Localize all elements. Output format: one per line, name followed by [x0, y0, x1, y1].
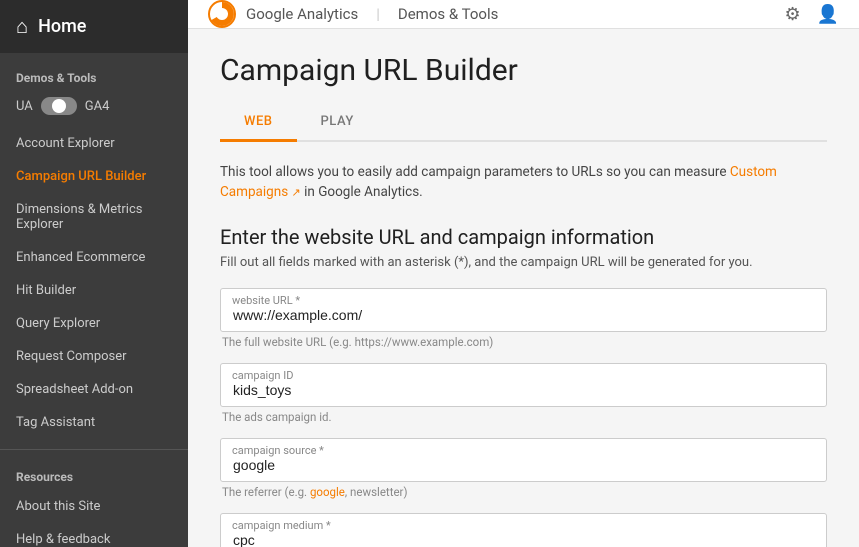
toggle-knob [52, 99, 66, 113]
tab-play[interactable]: PLAY [297, 104, 378, 142]
sidebar: ⌂ Home Demos & Tools UA GA4 Account Expl… [0, 0, 188, 547]
website-url-group: website URL * The full website URL (e.g.… [220, 288, 827, 349]
campaign-source-group: campaign source * The referrer (e.g. goo… [220, 438, 827, 499]
sidebar-divider [0, 449, 188, 450]
sidebar-item-dimensions-metrics-explorer[interactable]: Dimensions & Metrics Explorer [0, 193, 188, 241]
sidebar-item-tag-assistant[interactable]: Tag Assistant [0, 406, 188, 439]
hint-link-google: google [310, 485, 345, 499]
campaign-medium-group: campaign medium * Marketing medium (e.g.… [220, 513, 827, 547]
resources-label: Resources [0, 460, 188, 490]
campaign-source-hint: The referrer (e.g. google, newsletter) [220, 485, 827, 499]
campaign-id-input[interactable] [220, 363, 827, 407]
description-text: This tool allows you to easily add campa… [220, 164, 727, 180]
topbar: Google Analytics | Demos & Tools ⚙ 👤 [188, 0, 859, 29]
account-icon[interactable]: 👤 [817, 4, 839, 25]
sidebar-item-hit-builder[interactable]: Hit Builder [0, 274, 188, 307]
sidebar-item-request-composer[interactable]: Request Composer [0, 340, 188, 373]
settings-icon[interactable]: ⚙ [784, 4, 800, 25]
topbar-divider: | [376, 5, 380, 23]
page-body: Campaign URL Builder WEB PLAY This tool … [188, 29, 859, 547]
topbar-icons: ⚙ 👤 [784, 4, 839, 25]
ua-label: UA [16, 99, 33, 114]
sidebar-item-help-feedback[interactable]: Help & feedback [0, 523, 188, 547]
campaign-id-hint: The ads campaign id. [220, 410, 827, 424]
main-content: Google Analytics | Demos & Tools ⚙ 👤 Cam… [188, 0, 859, 547]
form-section-title: Enter the website URL and campaign infor… [220, 225, 827, 249]
sidebar-item-enhanced-ecommerce[interactable]: Enhanced Ecommerce [0, 241, 188, 274]
sidebar-item-spreadsheet-add-on[interactable]: Spreadsheet Add-on [0, 373, 188, 406]
form-subtitle: Fill out all fields marked with an aster… [220, 255, 827, 270]
demos-tools-label: Demos & Tools [0, 53, 188, 91]
tabs: WEB PLAY [220, 104, 827, 142]
ua-ga4-toggle[interactable] [41, 97, 77, 115]
sidebar-home-link[interactable]: ⌂ Home [0, 0, 188, 53]
ua-ga4-toggle-row: UA GA4 [0, 91, 188, 127]
website-url-input[interactable] [220, 288, 827, 332]
website-url-hint: The full website URL (e.g. https://www.e… [220, 335, 827, 349]
campaign-source-input[interactable] [220, 438, 827, 482]
topbar-tagline: Demos & Tools [398, 5, 498, 23]
campaign-id-group: campaign ID The ads campaign id. [220, 363, 827, 424]
tab-web[interactable]: WEB [220, 104, 297, 142]
page-title: Campaign URL Builder [220, 53, 827, 88]
sidebar-item-query-explorer[interactable]: Query Explorer [0, 307, 188, 340]
home-label: Home [38, 16, 86, 37]
sidebar-item-about-this-site[interactable]: About this Site [0, 490, 188, 523]
sidebar-item-campaign-url-builder[interactable]: Campaign URL Builder [0, 160, 188, 193]
topbar-logo: Google Analytics | Demos & Tools [208, 0, 498, 28]
ga4-label: GA4 [85, 99, 110, 114]
description: This tool allows you to easily add campa… [220, 162, 827, 203]
description-suffix: in Google Analytics. [304, 184, 423, 200]
home-icon: ⌂ [16, 14, 28, 39]
campaign-medium-input[interactable] [220, 513, 827, 547]
topbar-logo-text: Google Analytics [246, 5, 358, 23]
external-link-icon: ↗ [292, 186, 301, 199]
sidebar-item-account-explorer[interactable]: Account Explorer [0, 127, 188, 160]
ga-logo-icon [208, 0, 236, 28]
